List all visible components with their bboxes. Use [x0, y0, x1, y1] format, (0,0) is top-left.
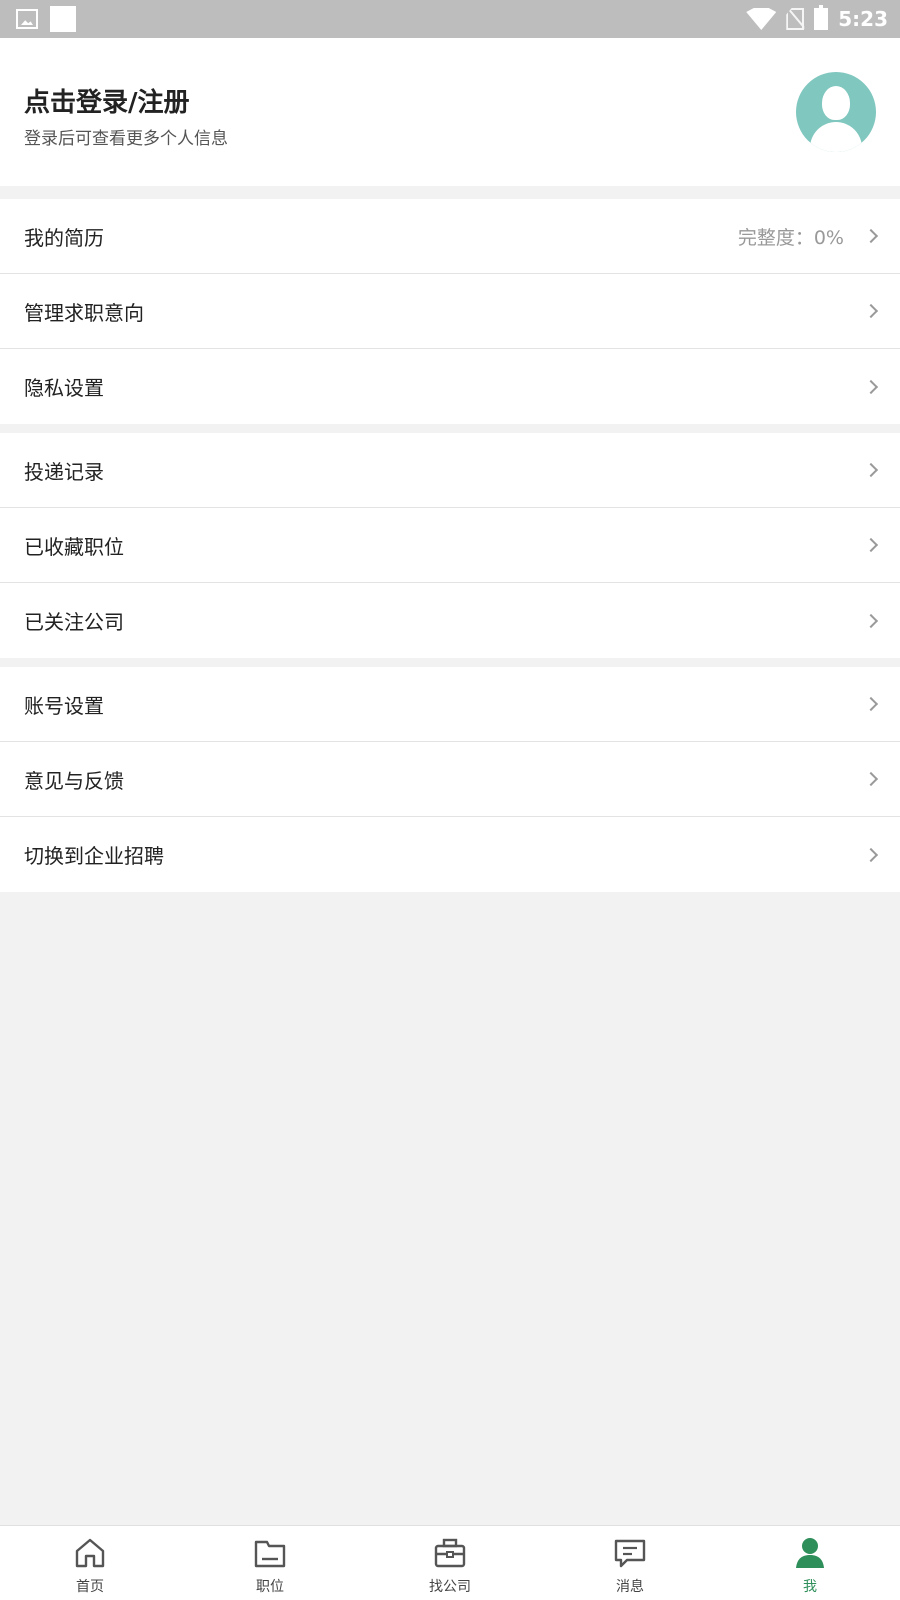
chevron-right-icon — [863, 771, 879, 787]
menu-item-label: 账号设置 — [24, 693, 104, 718]
menu-item-label: 已收藏职位 — [24, 534, 124, 559]
menu-group-activity: 投递记录 已收藏职位 已关注公司 — [0, 433, 900, 658]
chevron-right-icon — [863, 462, 879, 478]
login-subtitle: 登录后可查看更多个人信息 — [24, 129, 228, 149]
menu-item-label: 管理求职意向 — [24, 300, 144, 325]
chevron-right-icon — [863, 613, 879, 628]
nav-label: 找公司 — [429, 1579, 471, 1595]
menu-group-resume: 我的简历 完整度：0% 管理求职意向 隐私设置 — [0, 199, 900, 424]
avatar-person-icon — [822, 86, 850, 120]
nav-label: 职位 — [256, 1579, 284, 1595]
chevron-right-icon — [863, 379, 879, 394]
nav-tab-messages[interactable]: 消息 — [540, 1526, 720, 1600]
nav-label: 我 — [803, 1579, 817, 1595]
menu-item-delivery-records[interactable]: 投递记录 — [0, 433, 900, 508]
nav-tab-jobs[interactable]: 职位 — [180, 1526, 360, 1600]
menu-item-my-resume[interactable]: 我的简历 完整度：0% — [0, 199, 900, 274]
nav-tab-companies[interactable]: 找公司 — [360, 1526, 540, 1600]
notification-square-icon — [50, 6, 76, 32]
chevron-right-icon — [863, 847, 879, 862]
avatar[interactable] — [796, 72, 876, 152]
resume-completeness: 完整度：0% — [737, 226, 844, 249]
bottom-nav: 首页 职位 找公司 消息 我 — [0, 1525, 900, 1600]
login-title[interactable]: 点击登录/注册 — [24, 82, 190, 119]
battery-icon — [814, 5, 829, 30]
chevron-right-icon — [863, 696, 879, 712]
nav-tab-home[interactable]: 首页 — [0, 1526, 180, 1600]
nav-label: 消息 — [616, 1579, 644, 1595]
menu-item-job-intention[interactable]: 管理求职意向 — [0, 274, 900, 349]
status-time: 5:23 — [838, 7, 888, 31]
status-bar: 5:23 — [0, 0, 900, 38]
menu-item-label: 意见与反馈 — [24, 768, 124, 793]
person-icon — [796, 1538, 824, 1568]
menu-item-label: 切换到企业招聘 — [24, 844, 164, 868]
no-sim-icon — [786, 8, 805, 30]
menu-item-privacy-settings[interactable]: 隐私设置 — [0, 349, 900, 424]
login-header[interactable]: 点击登录/注册 登录后可查看更多个人信息 — [0, 38, 900, 186]
menu-item-saved-jobs[interactable]: 已收藏职位 — [0, 508, 900, 583]
chevron-right-icon — [863, 228, 879, 244]
menu-item-feedback[interactable]: 意见与反馈 — [0, 742, 900, 817]
nav-label: 首页 — [76, 1579, 104, 1595]
nav-tab-me[interactable]: 我 — [720, 1526, 900, 1600]
menu-item-label: 已关注公司 — [24, 610, 124, 634]
menu-item-followed-companies[interactable]: 已关注公司 — [0, 583, 900, 658]
image-notification-icon — [16, 9, 38, 29]
home-icon — [75, 1538, 105, 1568]
chevron-right-icon — [863, 303, 879, 319]
menu-item-label: 投递记录 — [24, 459, 104, 484]
briefcase-icon — [434, 1538, 466, 1568]
folder-icon — [254, 1540, 286, 1568]
avatar-person-body — [810, 122, 862, 152]
menu-group-account: 账号设置 意见与反馈 切换到企业招聘 — [0, 667, 900, 892]
wifi-icon — [746, 8, 777, 30]
menu-item-account-settings[interactable]: 账号设置 — [0, 667, 900, 742]
message-icon — [614, 1539, 646, 1568]
menu-item-label: 我的简历 — [24, 225, 104, 250]
menu-item-switch-to-employer[interactable]: 切换到企业招聘 — [0, 817, 900, 892]
chevron-right-icon — [863, 537, 879, 553]
menu-item-label: 隐私设置 — [24, 376, 104, 400]
